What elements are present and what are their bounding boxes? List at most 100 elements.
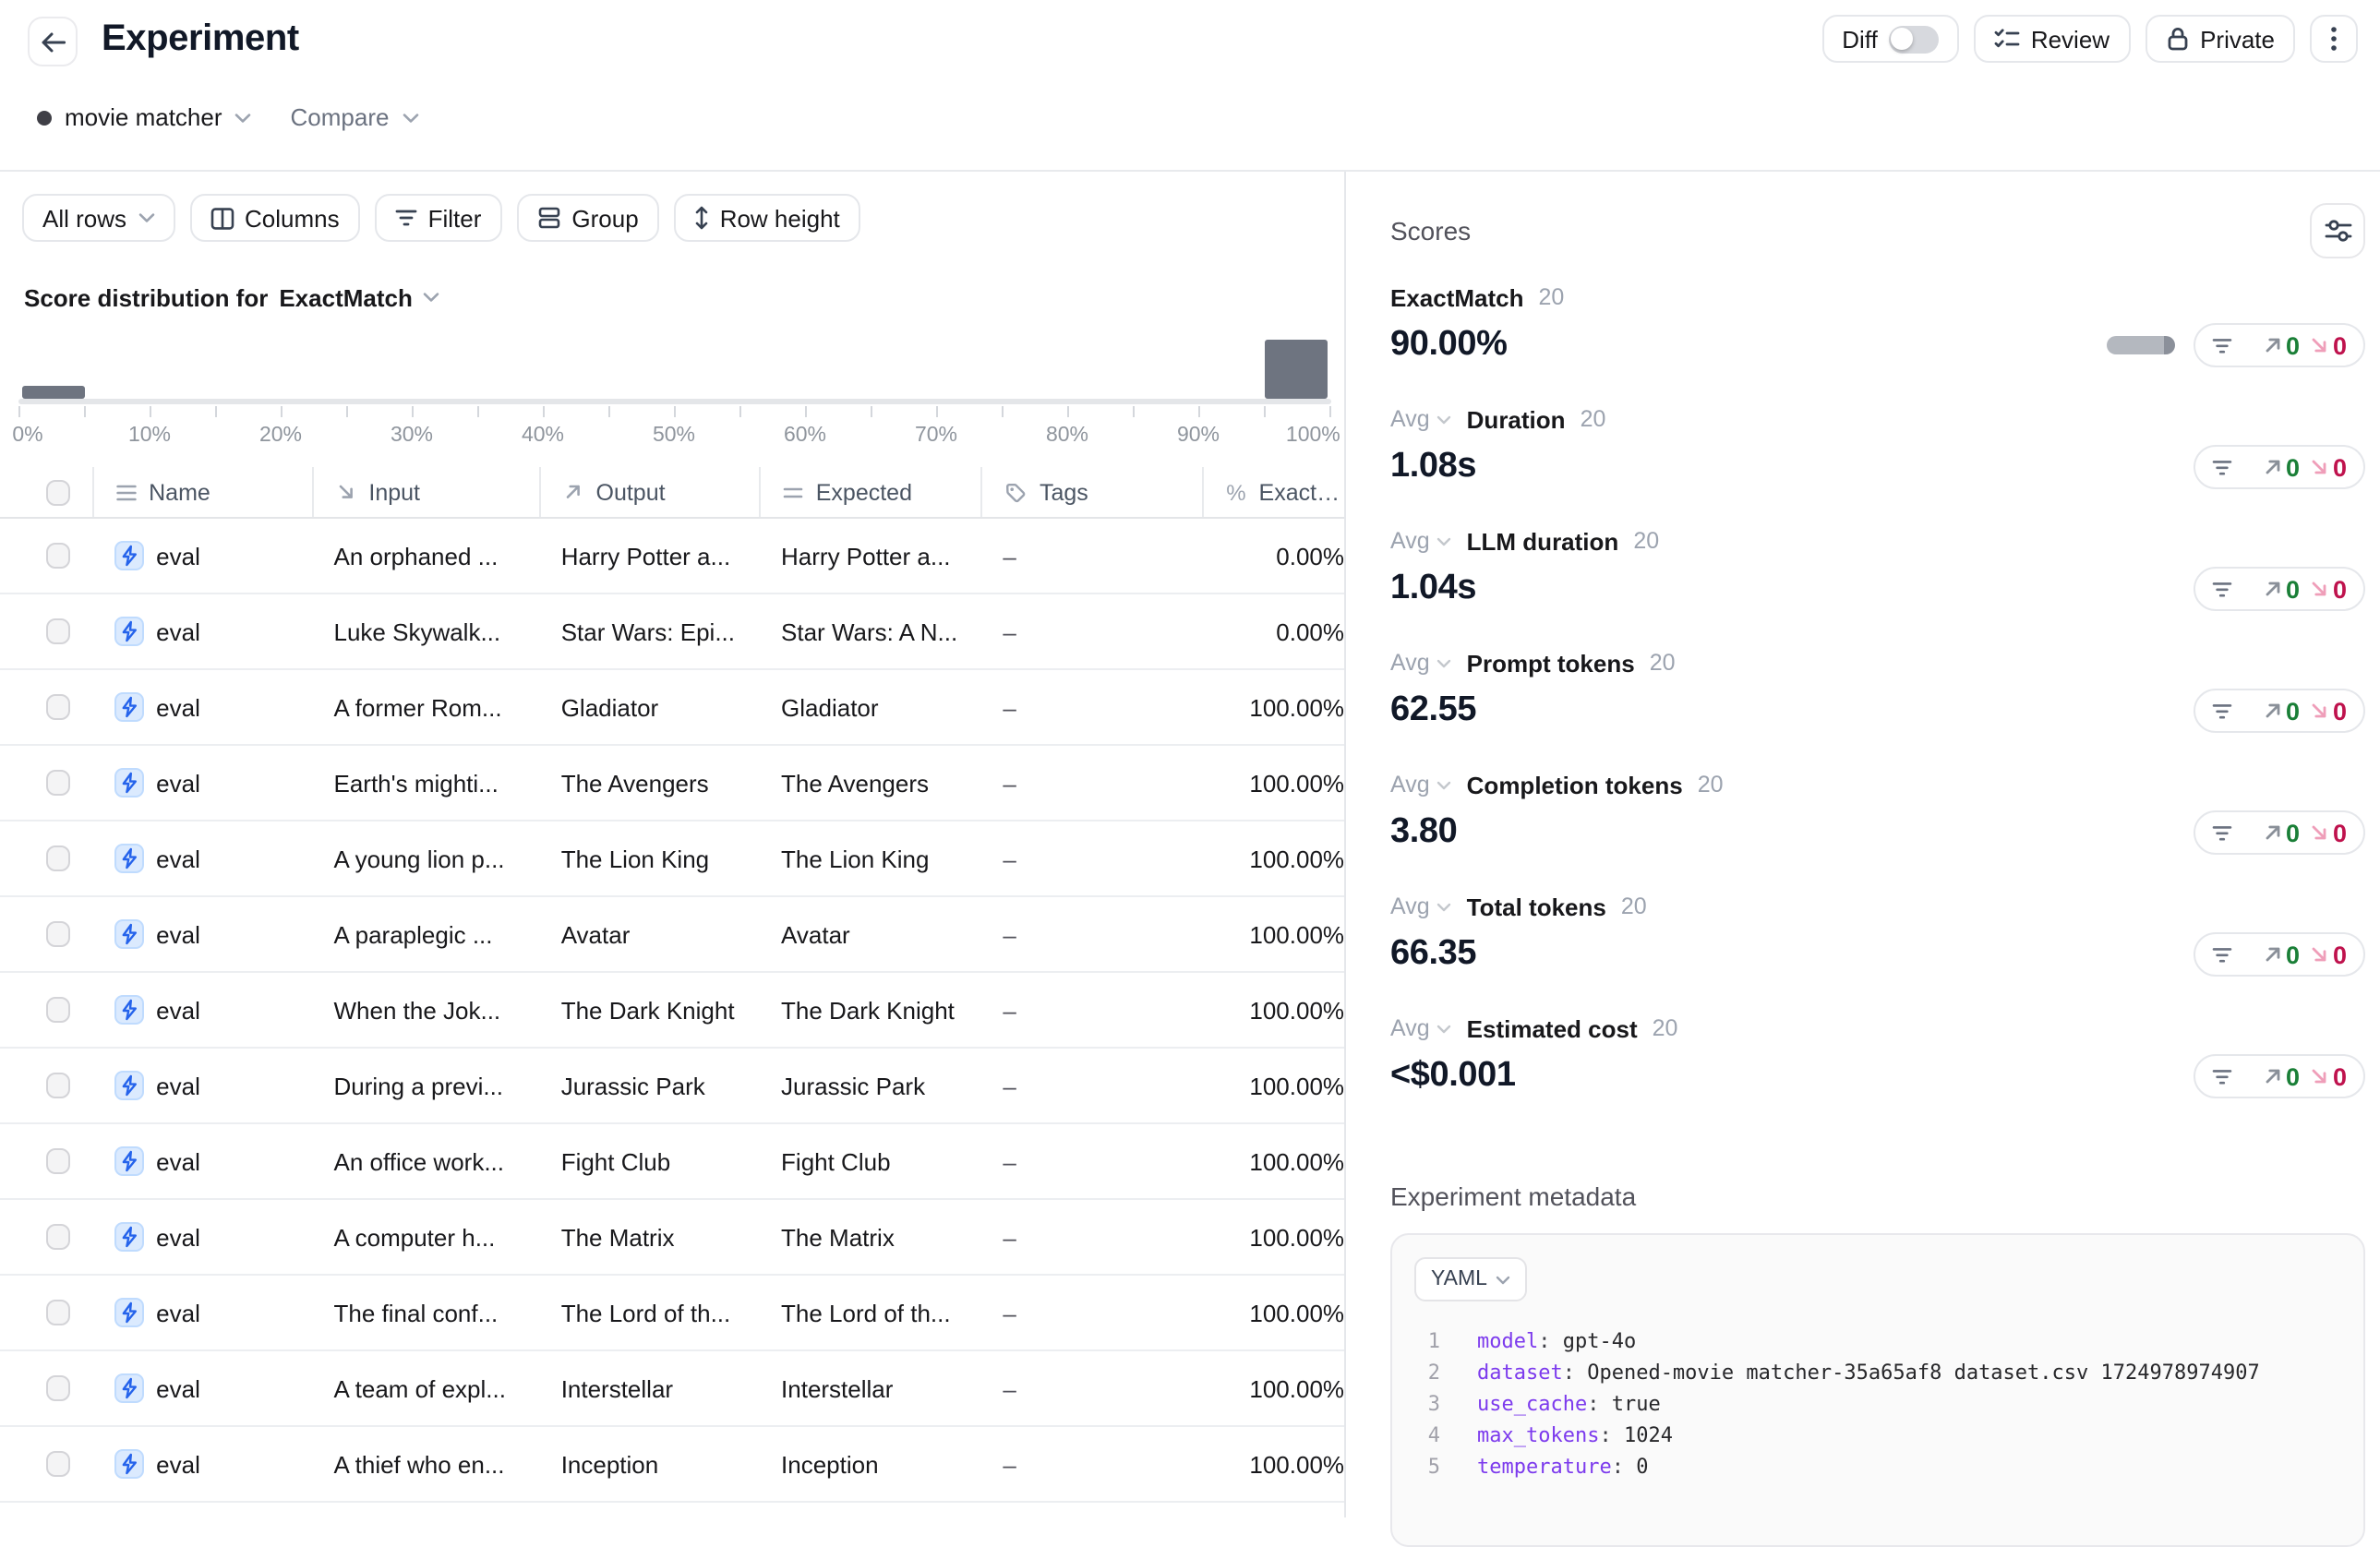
table-row[interactable]: eval The final conf... The Lord of th...… bbox=[0, 1276, 1344, 1351]
row-checkbox[interactable] bbox=[46, 845, 70, 871]
back-arrow-icon bbox=[40, 30, 66, 53]
eval-bolt-icon bbox=[114, 617, 143, 646]
table-row[interactable]: eval A young lion p... The Lion King The… bbox=[0, 821, 1344, 897]
metric-agg[interactable]: Avg bbox=[1390, 893, 1452, 919]
scores-settings-button[interactable] bbox=[2310, 203, 2365, 258]
metric-filter-pill[interactable]: 0 0 bbox=[2194, 323, 2365, 367]
row-output: Inception bbox=[539, 1450, 759, 1478]
group-button[interactable]: Group bbox=[516, 194, 658, 242]
row-input: A paraplegic ... bbox=[312, 920, 539, 948]
experiment-selector[interactable]: movie matcher bbox=[65, 103, 222, 131]
row-checkbox[interactable] bbox=[46, 770, 70, 796]
improvements-count: 0 bbox=[2286, 331, 2300, 359]
diff-toggle-button[interactable]: Diff bbox=[1821, 15, 1959, 63]
metric-filter-pill[interactable]: 0 0 bbox=[2194, 445, 2365, 489]
rows-filter-button[interactable]: All rows bbox=[22, 194, 174, 242]
row-checkbox[interactable] bbox=[46, 1073, 70, 1098]
row-checkbox[interactable] bbox=[46, 997, 70, 1023]
review-button[interactable]: Review bbox=[1974, 15, 2130, 63]
metric-agg[interactable]: Avg bbox=[1390, 650, 1452, 676]
row-score: 100.00% bbox=[1203, 769, 1344, 797]
table-row[interactable]: eval A team of expl... Interstellar Inte… bbox=[0, 1351, 1344, 1427]
metric-filter-pill[interactable]: 0 0 bbox=[2194, 567, 2365, 611]
metric-agg[interactable]: Avg bbox=[1390, 406, 1452, 432]
row-height-button[interactable]: Row height bbox=[674, 194, 860, 242]
compare-selector[interactable]: Compare bbox=[291, 103, 390, 131]
chevron-down-icon[interactable] bbox=[235, 112, 252, 123]
regressions-arrow-icon bbox=[2311, 702, 2329, 720]
row-checkbox[interactable] bbox=[46, 543, 70, 569]
row-checkbox[interactable] bbox=[46, 1300, 70, 1325]
eval-bolt-icon bbox=[114, 1071, 143, 1100]
column-header-tags[interactable]: Tags bbox=[980, 467, 1202, 517]
table-row[interactable]: eval A computer h... The Matrix The Matr… bbox=[0, 1200, 1344, 1276]
filter-label: Filter bbox=[428, 204, 482, 232]
metric-value: 66.35 bbox=[1390, 934, 1476, 975]
sliders-icon bbox=[2324, 218, 2351, 244]
row-score: 0.00% bbox=[1203, 618, 1344, 645]
table-row[interactable]: eval Luke Skywalk... Star Wars: Epi... S… bbox=[0, 594, 1344, 670]
row-expected: The Lion King bbox=[759, 845, 980, 872]
eval-bolt-icon bbox=[114, 1449, 143, 1479]
table-row[interactable]: eval A thief who en... Inception Incepti… bbox=[0, 1427, 1344, 1503]
select-all-cell bbox=[0, 467, 91, 517]
metric-agg[interactable]: Avg bbox=[1390, 1015, 1452, 1041]
row-checkbox[interactable] bbox=[46, 1451, 70, 1477]
metric-name: Estimated cost bbox=[1467, 1014, 1638, 1042]
row-checkbox[interactable] bbox=[46, 694, 70, 720]
column-header-input[interactable]: Input bbox=[311, 467, 538, 517]
eval-bolt-icon bbox=[114, 1146, 143, 1176]
row-name-cell: eval bbox=[91, 1071, 311, 1100]
metric-filter-pill[interactable]: 0 0 bbox=[2194, 932, 2365, 977]
chevron-down-icon[interactable] bbox=[402, 112, 418, 123]
table-row[interactable]: eval An office work... Fight Club Fight … bbox=[0, 1124, 1344, 1200]
metric-agg-label: Avg bbox=[1390, 528, 1430, 554]
more-menu-button[interactable] bbox=[2310, 15, 2358, 63]
select-all-checkbox[interactable] bbox=[46, 479, 70, 505]
metric-agg[interactable]: Avg bbox=[1390, 772, 1452, 797]
row-checkbox[interactable] bbox=[46, 921, 70, 947]
metadata-format-selector[interactable]: YAML bbox=[1414, 1257, 1528, 1301]
columns-label: Columns bbox=[245, 204, 340, 232]
histogram-plot bbox=[18, 334, 1331, 399]
diff-toggle-switch[interactable] bbox=[1889, 25, 1939, 53]
row-name-cell: eval bbox=[91, 692, 311, 722]
private-button[interactable]: Private bbox=[2145, 15, 2295, 63]
column-label: Output bbox=[596, 479, 666, 505]
chevron-down-icon bbox=[424, 292, 440, 303]
column-header-output[interactable]: Output bbox=[539, 467, 759, 517]
score-distribution-selector[interactable]: Score distribution for ExactMatch bbox=[24, 282, 1344, 312]
row-output: The Matrix bbox=[539, 1223, 759, 1251]
row-checkbox[interactable] bbox=[46, 1148, 70, 1174]
chevron-down-icon bbox=[1437, 414, 1452, 424]
row-checkbox[interactable] bbox=[46, 618, 70, 644]
row-input: During a previ... bbox=[312, 1072, 539, 1099]
tag-icon bbox=[1004, 481, 1027, 503]
metric-filter-pill[interactable]: 0 0 bbox=[2194, 1054, 2365, 1098]
row-select-cell bbox=[0, 1148, 91, 1174]
row-name: eval bbox=[156, 1072, 200, 1099]
table-row[interactable]: eval A paraplegic ... Avatar Avatar – 10… bbox=[0, 897, 1344, 973]
row-checkbox[interactable] bbox=[46, 1375, 70, 1401]
row-select-cell bbox=[0, 1073, 91, 1098]
row-tags: – bbox=[980, 618, 1202, 645]
page-title: Experiment bbox=[102, 18, 299, 61]
table-row[interactable]: eval Earth's mighti... The Avengers The … bbox=[0, 746, 1344, 821]
back-button[interactable] bbox=[28, 17, 78, 66]
toggle-knob bbox=[1892, 28, 1914, 50]
table-row[interactable]: eval An orphaned ... Harry Potter a... H… bbox=[0, 519, 1344, 594]
metric-filter-pill[interactable]: 0 0 bbox=[2194, 689, 2365, 733]
metric-agg[interactable]: Avg bbox=[1390, 528, 1452, 554]
table-row[interactable]: eval When the Jok... The Dark Knight The… bbox=[0, 973, 1344, 1049]
row-checkbox[interactable] bbox=[46, 1224, 70, 1250]
table-row[interactable]: eval A former Rom... Gladiator Gladiator… bbox=[0, 670, 1344, 746]
metric-filter-pill[interactable]: 0 0 bbox=[2194, 810, 2365, 855]
row-tags: – bbox=[980, 693, 1202, 721]
column-header-expected[interactable]: Expected bbox=[759, 467, 980, 517]
filter-button[interactable]: Filter bbox=[375, 194, 502, 242]
table-row[interactable]: eval During a previ... Jurassic Park Jur… bbox=[0, 1049, 1344, 1124]
column-header-name[interactable]: Name bbox=[91, 467, 311, 517]
column-header-exactmatch[interactable]: % ExactMatch bbox=[1202, 467, 1344, 517]
columns-button[interactable]: Columns bbox=[189, 194, 360, 242]
metric-value: <$0.001 bbox=[1390, 1056, 1516, 1097]
